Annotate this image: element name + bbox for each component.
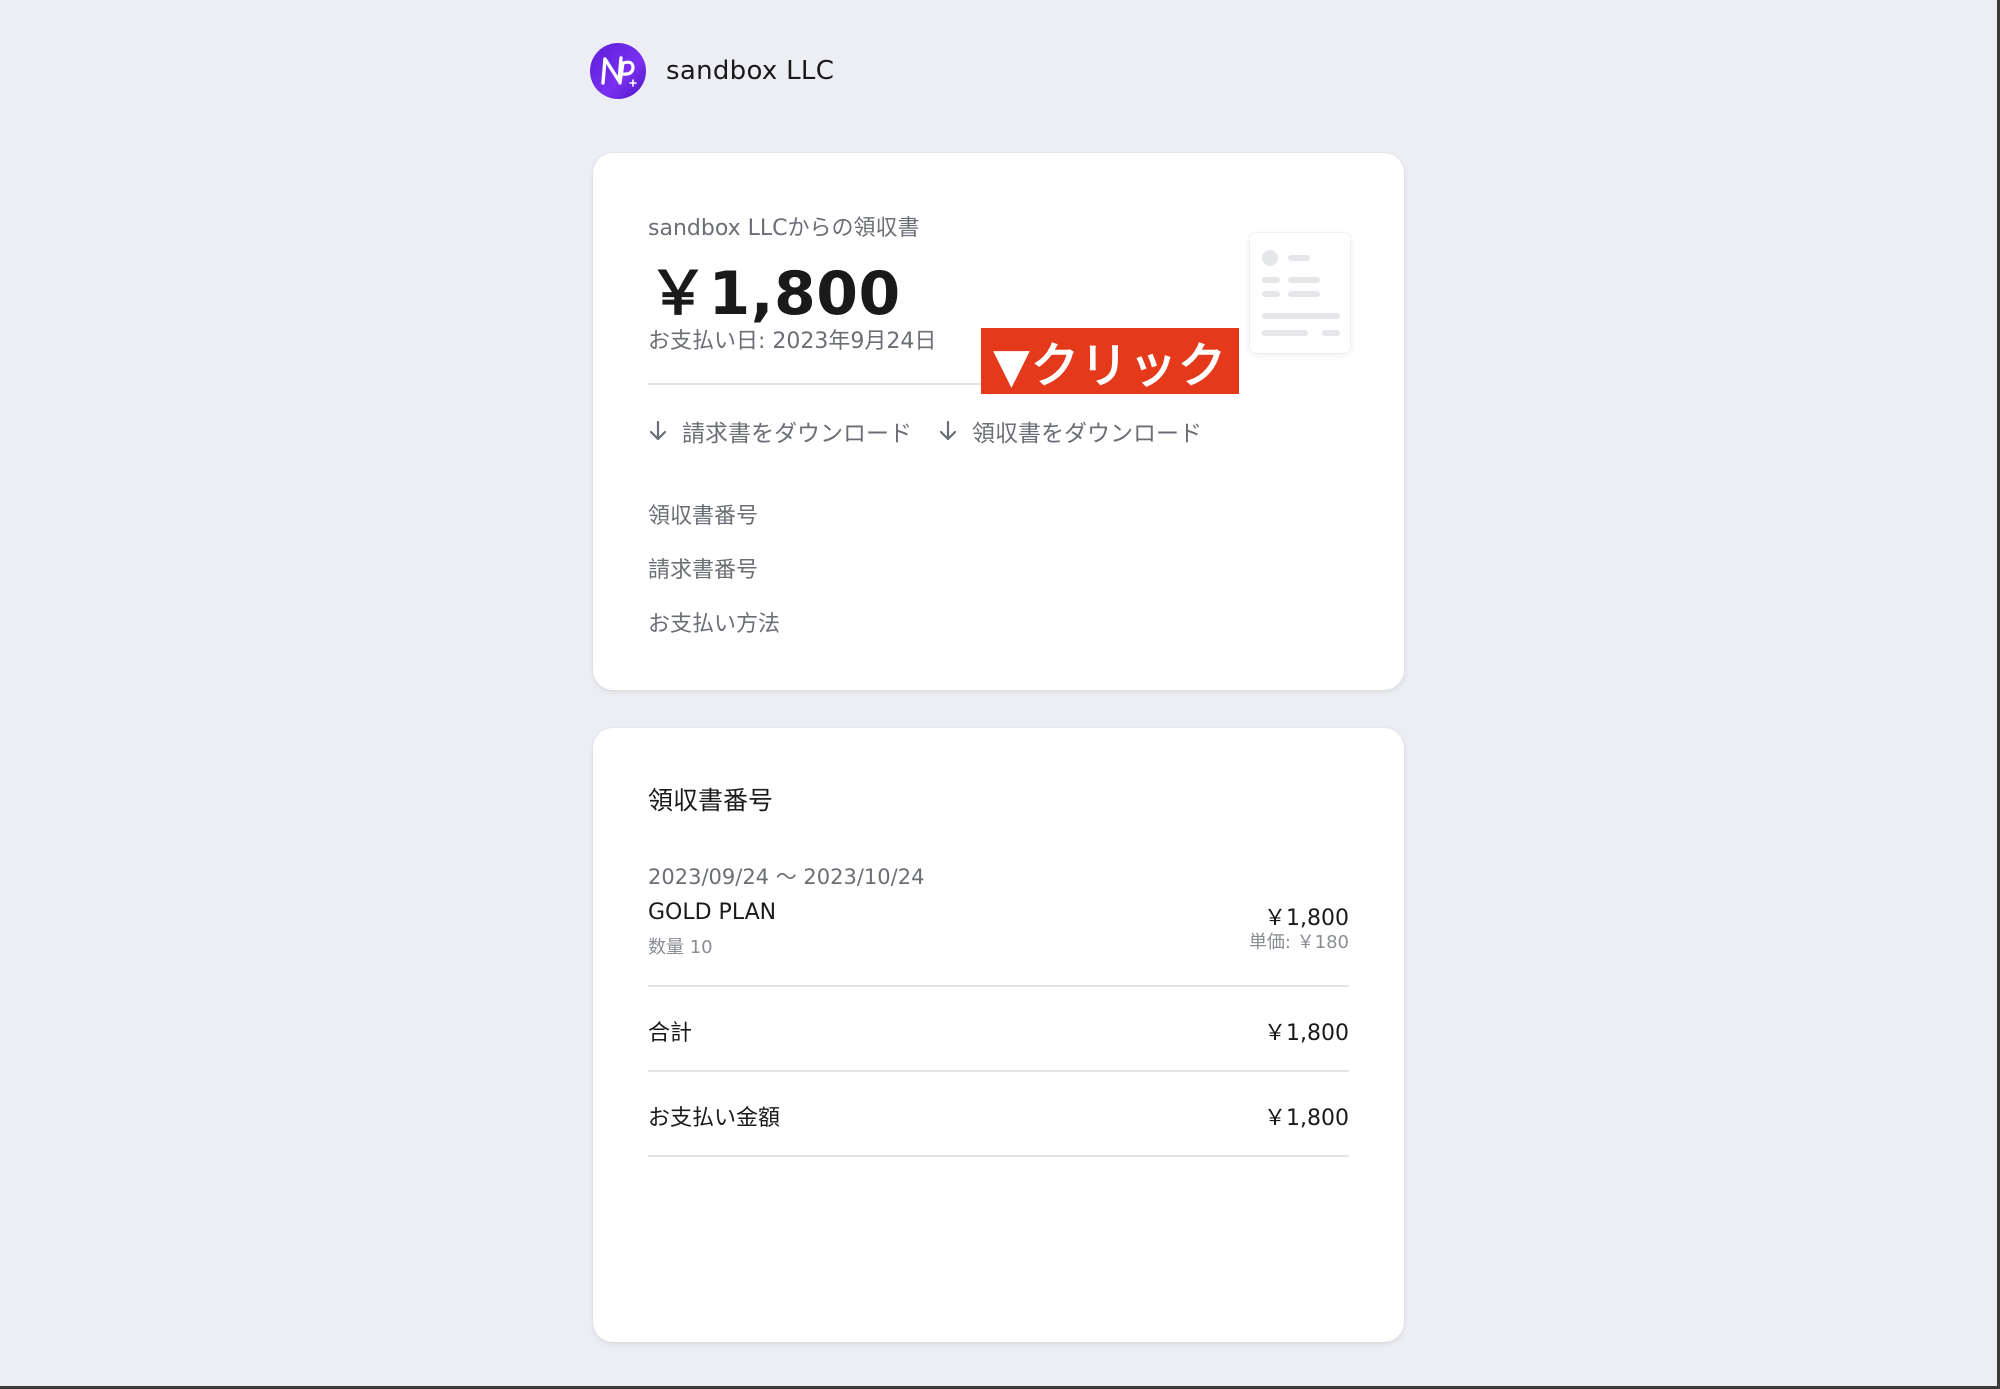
np-logo-icon <box>590 43 646 99</box>
download-links: 請求書をダウンロード 領収書をダウンロード <box>648 411 1228 451</box>
download-invoice-link[interactable]: 請求書をダウンロード <box>648 414 912 448</box>
amount-paid-label: お支払い金額 <box>648 1106 781 1131</box>
billing-period: 2023/09/24 〜 2023/10/24 <box>648 865 925 889</box>
line-item-unit-price: 単価: ￥180 <box>1248 932 1349 953</box>
invoice-number-label: 請求書番号 <box>648 558 759 583</box>
payment-method-label: お支払い方法 <box>648 612 781 637</box>
receipt-subtitle: sandbox LLCからの領収書 <box>648 216 920 241</box>
receipt-summary-card: sandbox LLCからの領収書 ￥1,800 お支払い日: 2023年9月2… <box>593 153 1404 690</box>
download-invoice-label: 請求書をダウンロード <box>682 421 912 447</box>
page-header: sandbox LLC <box>590 43 834 99</box>
click-callout-label: ▼クリック <box>981 328 1239 394</box>
company-name: sandbox LLC <box>666 56 835 86</box>
payment-date: お支払い日: 2023年9月24日 <box>648 329 937 354</box>
divider <box>648 985 1349 987</box>
receipt-amount: ￥1,800 <box>648 259 901 329</box>
total-value: ￥1,800 <box>1264 1021 1349 1046</box>
download-arrow-icon <box>649 420 667 441</box>
divider <box>648 1070 1349 1072</box>
download-arrow-icon <box>939 420 957 441</box>
divider <box>648 1155 1349 1157</box>
amount-paid-value: ￥1,800 <box>1264 1106 1349 1131</box>
download-receipt-link[interactable]: 領収書をダウンロード <box>938 414 1202 448</box>
summary-divider <box>648 383 988 385</box>
receipt-details-card: 領収書番号 2023/09/24 〜 2023/10/24 GOLD PLAN … <box>593 728 1404 1342</box>
download-receipt-label: 領収書をダウンロード <box>972 421 1202 447</box>
line-item-quantity: 数量 10 <box>648 937 713 958</box>
details-title: 領収書番号 <box>648 786 774 815</box>
receipt-number-label: 領収書番号 <box>648 504 759 529</box>
line-item-name: GOLD PLAN <box>648 900 777 925</box>
document-illustration-icon <box>1250 233 1350 353</box>
total-label: 合計 <box>648 1021 693 1046</box>
